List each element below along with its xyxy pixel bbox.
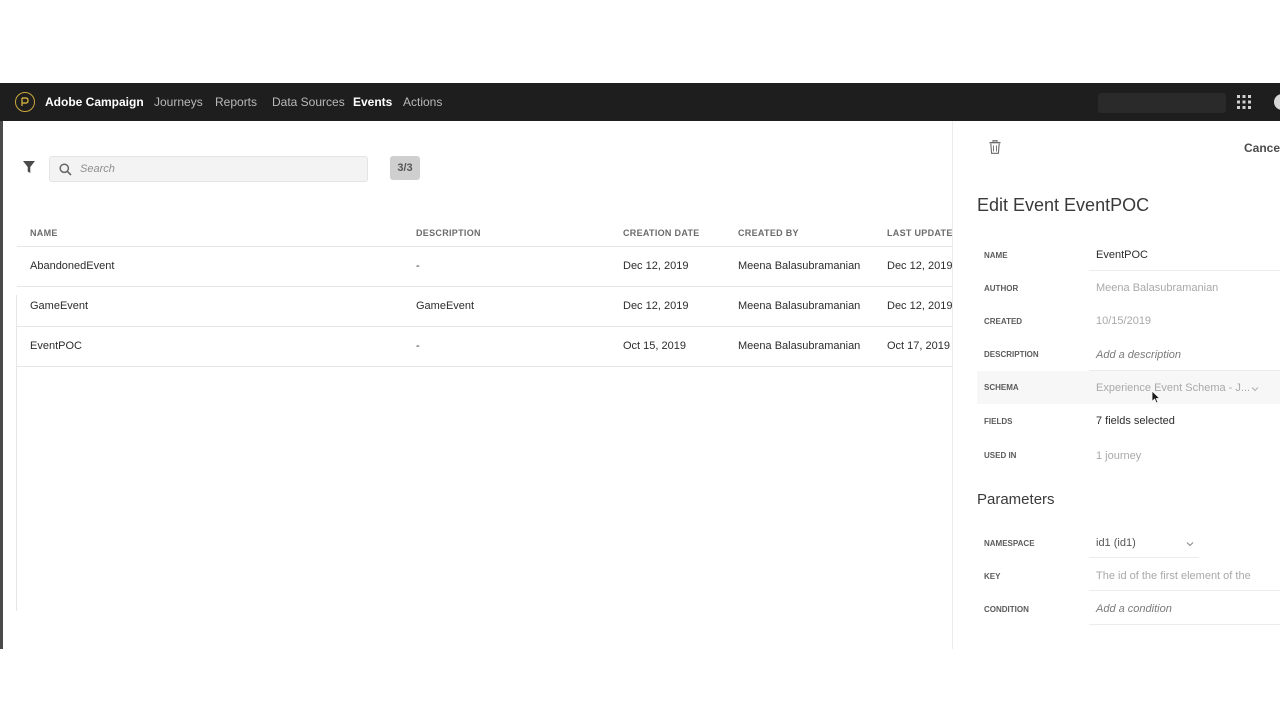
column-header-last-update[interactable]: LAST UPDATE xyxy=(887,228,953,238)
filter-icon[interactable] xyxy=(22,160,36,174)
column-header-creation-date[interactable]: CREATION DATE xyxy=(623,228,700,238)
cell-name: EventPOC xyxy=(30,340,82,352)
search-icon xyxy=(59,163,72,176)
field-underline xyxy=(1089,270,1280,271)
field-author-value: Meena Balasubramanian xyxy=(1096,282,1219,294)
field-label-created: CREATED xyxy=(984,317,1023,326)
column-header-name[interactable]: NAME xyxy=(30,228,58,238)
column-header-created-by[interactable]: CREATED BY xyxy=(738,228,799,238)
cancel-button[interactable]: Cancel xyxy=(1244,141,1280,155)
field-underline xyxy=(1089,624,1280,625)
cell-created-by: Meena Balasubramanian xyxy=(738,340,861,352)
cell-name: AbandonedEvent xyxy=(30,260,115,272)
used-in-value: 1 journey xyxy=(1096,450,1142,462)
field-label-fields: FIELDS xyxy=(984,417,1013,426)
adobe-campaign-logo-icon[interactable] xyxy=(15,92,35,112)
nav-reports[interactable]: Reports xyxy=(215,95,257,109)
user-avatar[interactable] xyxy=(1274,94,1280,110)
field-created-value: 10/15/2019 xyxy=(1096,315,1152,327)
cell-created-by: Meena Balasubramanian xyxy=(738,260,861,272)
result-count-badge: 3/3 xyxy=(390,156,420,180)
cell-name: GameEvent xyxy=(30,300,89,312)
field-label-schema: SCHEMA xyxy=(984,383,1019,392)
cell-last-update: Oct 17, 2019 xyxy=(887,340,950,352)
global-search-field[interactable] xyxy=(1098,93,1226,113)
window-left-border xyxy=(0,121,3,649)
field-label-used-in: USED IN xyxy=(984,451,1017,460)
cell-description: - xyxy=(416,340,420,352)
cell-creation-date: Oct 15, 2019 xyxy=(623,340,686,352)
field-name-input[interactable]: EventPOC xyxy=(1096,249,1148,261)
nav-data-sources[interactable]: Data Sources xyxy=(272,95,345,109)
nav-journeys[interactable]: Journeys xyxy=(154,95,203,109)
table-row[interactable]: GameEvent GameEvent Dec 12, 2019 Meena B… xyxy=(17,287,952,327)
field-label-condition: CONDITION xyxy=(984,605,1029,614)
condition-input[interactable]: Add a condition xyxy=(1096,603,1172,615)
nav-events[interactable]: Events xyxy=(353,95,392,109)
schema-select[interactable]: Experience Event Schema - J... xyxy=(1096,382,1250,394)
field-label-description: DESCRIPTION xyxy=(984,350,1039,359)
brand-name: Adobe Campaign xyxy=(45,95,144,109)
parameters-heading: Parameters xyxy=(977,491,1055,508)
app-window: Adobe Campaign Journeys Reports Data Sou… xyxy=(0,83,1280,649)
cell-creation-date: Dec 12, 2019 xyxy=(623,260,689,272)
field-underline xyxy=(1089,590,1280,591)
nav-actions[interactable]: Actions xyxy=(403,95,442,109)
table-row[interactable]: AbandonedEvent - Dec 12, 2019 Meena Bala… xyxy=(17,247,952,287)
chevron-down-icon[interactable] xyxy=(1186,541,1194,547)
column-header-description[interactable]: DESCRIPTION xyxy=(416,228,481,238)
cell-creation-date: Dec 12, 2019 xyxy=(623,300,689,312)
key-input[interactable]: The id of the first element of the xyxy=(1096,570,1251,582)
field-label-name: NAME xyxy=(984,251,1008,260)
edit-event-panel: Cancel Edit Event EventPOC NAME EventPOC… xyxy=(952,121,1280,649)
search-box[interactable] xyxy=(49,156,368,182)
field-label-namespace: NAMESPACE xyxy=(984,539,1035,548)
cell-last-update: Dec 12, 2019 xyxy=(887,260,953,272)
fields-selected-link[interactable]: 7 fields selected xyxy=(1096,415,1175,427)
cell-description: - xyxy=(416,260,420,272)
field-underline xyxy=(1089,557,1199,558)
table-row[interactable]: EventPOC - Oct 15, 2019 Meena Balasubram… xyxy=(17,327,952,367)
search-input[interactable] xyxy=(80,157,360,181)
chevron-down-icon[interactable] xyxy=(1251,386,1259,392)
cell-description: GameEvent xyxy=(416,300,475,312)
top-navigation-bar: Adobe Campaign Journeys Reports Data Sou… xyxy=(0,83,1280,121)
field-label-key: KEY xyxy=(984,572,1001,581)
cell-created-by: Meena Balasubramanian xyxy=(738,300,861,312)
field-label-author: AUTHOR xyxy=(984,284,1019,293)
namespace-select[interactable]: id1 (id1) xyxy=(1096,537,1136,549)
app-switcher-grid-icon[interactable] xyxy=(1237,95,1251,109)
field-description-input[interactable]: Add a description xyxy=(1096,349,1181,361)
panel-title: Edit Event EventPOC xyxy=(977,195,1150,215)
cell-last-update: Dec 12, 2019 xyxy=(887,300,953,312)
mouse-cursor-icon xyxy=(1151,390,1161,404)
trash-icon[interactable] xyxy=(989,140,1001,154)
